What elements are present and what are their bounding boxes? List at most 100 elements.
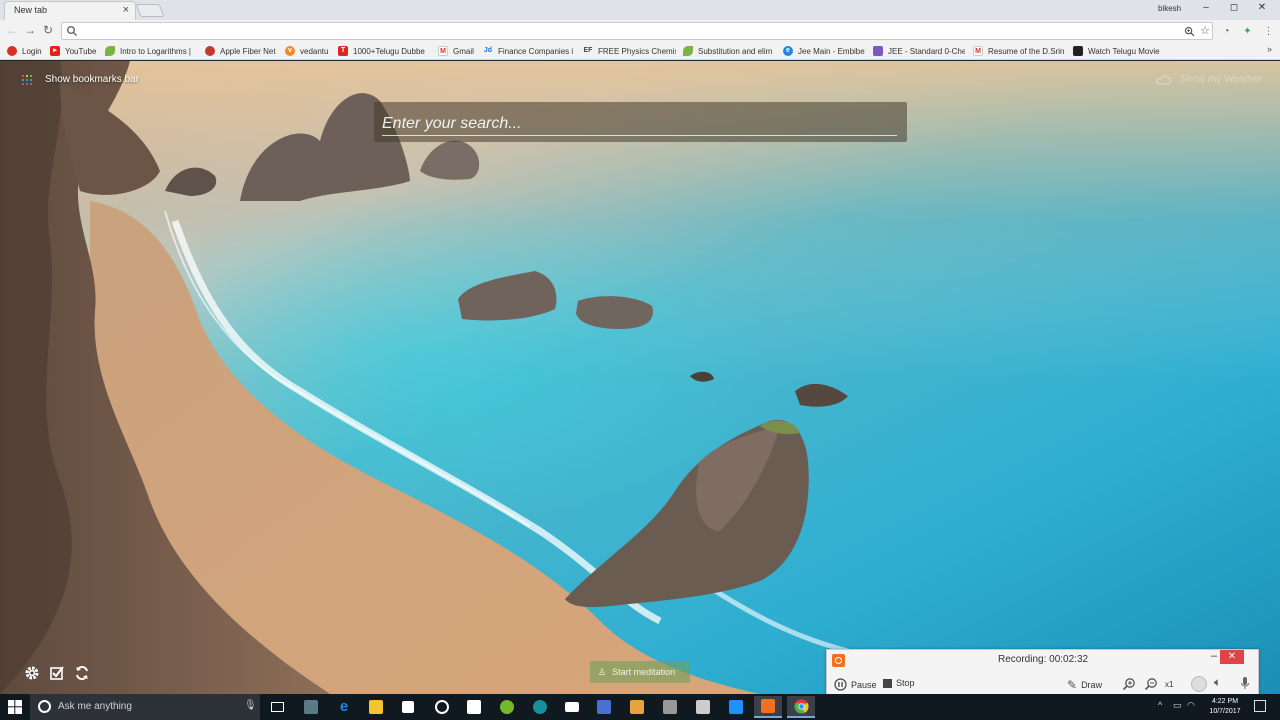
edge-icon: e [339,698,349,715]
draw-button[interactable]: ✎ Draw [1067,678,1102,692]
recorder-minimize-button[interactable]: – [1211,650,1217,662]
taskbar-clock[interactable]: 4:22 PM 10/7/2017 [1204,697,1246,717]
show-weather-link[interactable]: Show my Weather [1156,73,1262,85]
taskbar-app-mail[interactable] [558,696,586,718]
close-window-button[interactable]: ✕ [1250,2,1274,13]
stop-button[interactable]: Stop [883,678,915,688]
bookmark-item[interactable]: Watch Telugu Movie [1073,44,1165,58]
extension-icon[interactable]: ◔ [1220,25,1233,38]
apps-grid-icon[interactable] [22,75,32,85]
back-icon[interactable]: ← [4,23,20,37]
restore-button[interactable]: ◻ [1222,2,1246,13]
taskbar-app-recorder[interactable] [754,696,782,718]
speaker-icon[interactable]: 🔈︎ [1214,675,1221,690]
taskbar-app[interactable] [297,696,325,718]
cortana-placeholder: Ask me anything [58,701,132,712]
zoom-out-icon[interactable] [1144,677,1158,691]
apple-icon [205,46,215,56]
search-icon [67,26,77,36]
start-meditation-button[interactable]: ♙ Start meditation [590,661,690,683]
zoom-icon[interactable] [1184,26,1195,37]
bookmark-item[interactable]: JEE - Standard 0-Che [873,44,965,58]
microphone-icon[interactable]: 🎙︎ [244,700,257,711]
minimize-button[interactable]: – [1194,2,1218,13]
browser-titlebar: New tab × bikesh – ◻ ✕ [0,0,1280,20]
taskbar-app[interactable] [526,696,554,718]
bookmarks-more-icon[interactable]: » [1267,44,1272,54]
network-icon[interactable]: ◠ [1187,700,1195,711]
taskbar-app-chrome[interactable] [787,696,815,718]
draw-label: Draw [1081,680,1103,690]
taskbar-app-media[interactable] [428,696,456,718]
bookmark-item[interactable]: Intro to Logarithms | [105,44,195,58]
bookmark-item[interactable]: ▸ YouTube [50,44,100,58]
taskbar-app[interactable] [689,696,717,718]
bookmark-label: Substitution and elim [698,46,773,56]
extension-icon[interactable]: ✦ [1241,25,1254,38]
refresh-icon[interactable] [74,665,90,681]
checkbox-icon[interactable] [49,665,65,681]
bookmark-item[interactable]: Substitution and elim [683,44,775,58]
bookmark-label: vedantu [300,46,329,56]
taskbar-app-photos[interactable] [460,696,488,718]
tray-overflow-icon[interactable]: ^ [1158,700,1162,710]
clock-date: 10/7/2017 [1209,708,1241,715]
bookmark-item[interactable]: Jd Finance Companies i [483,44,575,58]
browser-tab[interactable]: New tab × [4,1,136,20]
tab-close-icon[interactable]: × [123,4,129,16]
mail-icon [565,702,579,712]
bookmark-label: FREE Physics Chemist [598,46,676,56]
bookmark-item[interactable]: Login [7,44,47,58]
leaf-icon [105,46,115,56]
taskbar-app-store[interactable] [394,696,422,718]
bookmark-item[interactable]: M Resume of the D.Srin [973,44,1065,58]
cortana-search-box[interactable]: Ask me anything 🎙︎ [30,694,260,720]
file-explorer-icon [369,700,383,714]
youtube-icon: ▸ [50,46,60,56]
profile-name[interactable]: bikesh [1158,4,1181,13]
microphone-icon[interactable] [1240,676,1250,691]
taskbar-app-utorrent[interactable] [493,696,521,718]
taskbar-app[interactable] [656,696,684,718]
stop-icon [883,678,892,688]
reload-icon[interactable]: ↻ [40,23,56,37]
search-input[interactable] [382,112,897,136]
bookmark-item[interactable]: Apple Fiber Net [205,44,280,58]
taskbar-app-paint[interactable] [623,696,651,718]
bookmark-item[interactable]: e Jee Main - Embibe [783,44,867,58]
show-bookmarks-bar-link[interactable]: Show bookmarks bar [45,74,139,85]
menu-icon[interactable]: ⋮ [1262,25,1275,38]
photos-icon [467,700,481,714]
tray-device-icon[interactable]: ▭ [1173,700,1182,711]
task-view-button[interactable] [263,696,291,718]
windows-start-icon[interactable] [8,700,22,714]
new-tab-button[interactable] [135,4,165,17]
recorder-icon [761,699,775,713]
forward-icon[interactable]: → [22,23,38,37]
bookmark-item[interactable]: T 1000+Telugu Dubbe [338,44,430,58]
gmail-icon: M [438,46,448,56]
movie-icon [1073,46,1083,56]
star-icon[interactable]: ☆ [1200,24,1210,37]
chrome-icon [793,698,809,714]
taskbar-app-explorer[interactable] [362,696,390,718]
cortana-icon [38,700,51,713]
taskbar-app-edge[interactable]: e [330,696,358,718]
webcam-icon[interactable] [1191,676,1207,692]
bookmark-item[interactable]: M Gmail [438,44,478,58]
gear-icon[interactable] [24,665,40,681]
zoom-in-icon[interactable] [1122,677,1136,691]
unknown-app-icon [304,700,318,714]
bookmark-label: Login [22,46,42,56]
address-bar[interactable]: ☆ [61,22,1213,40]
bookmark-item[interactable]: v vedantu [285,44,335,58]
book-icon [873,46,883,56]
taskbar-app[interactable] [722,696,750,718]
notification-icon[interactable] [1254,700,1266,712]
recorder-close-button[interactable]: ✕ [1220,650,1244,664]
leaf-icon [683,46,693,56]
bookmark-label: JEE - Standard 0-Che [888,46,965,56]
taskbar-app[interactable] [590,696,618,718]
bookmark-item[interactable]: EF FREE Physics Chemist [583,44,676,58]
pause-button[interactable]: Pause [834,678,877,691]
